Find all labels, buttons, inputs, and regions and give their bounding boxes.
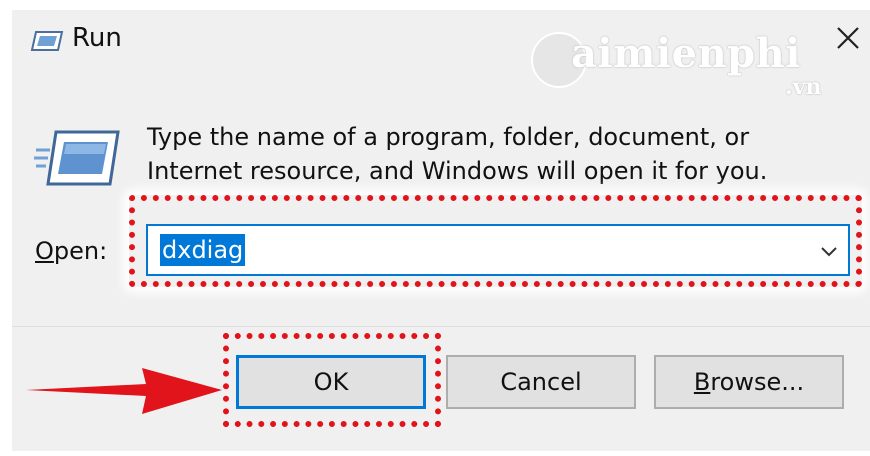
- arrow-right-icon: [26, 368, 222, 414]
- window-title: Run: [72, 23, 122, 53]
- close-icon: [837, 27, 859, 49]
- cancel-button[interactable]: Cancel: [446, 355, 636, 409]
- description-text: Type the name of a program, folder, docu…: [147, 123, 768, 185]
- watermark-suffix: .vn: [785, 74, 822, 100]
- open-input-value[interactable]: dxdiag: [160, 234, 246, 266]
- close-button[interactable]: [830, 20, 866, 56]
- run-icon: [30, 31, 64, 51]
- open-label: Open:: [35, 237, 108, 265]
- ok-button[interactable]: OK: [236, 355, 426, 409]
- run-icon: [34, 130, 120, 186]
- chevron-down-icon[interactable]: [818, 240, 840, 262]
- watermark: aimienphi .vn: [527, 18, 827, 106]
- watermark-brand: aimienphi: [571, 30, 801, 77]
- open-combobox[interactable]: dxdiag: [146, 224, 850, 276]
- browse-button[interactable]: Browse...: [654, 355, 844, 409]
